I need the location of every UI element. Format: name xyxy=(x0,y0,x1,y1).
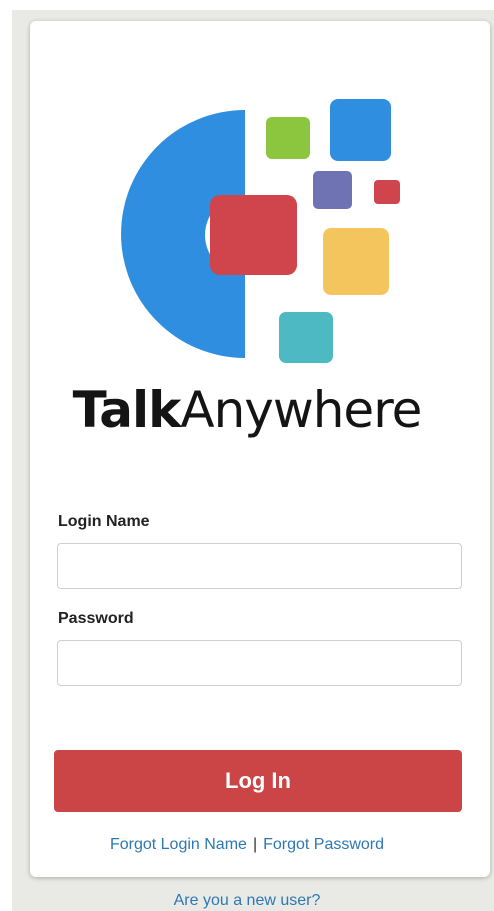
forgot-login-name-link[interactable]: Forgot Login Name xyxy=(110,836,247,853)
link-separator: | xyxy=(252,836,258,853)
forgot-links: Forgot Login Name | Forgot Password xyxy=(0,836,494,854)
login-name-label: Login Name xyxy=(58,513,150,530)
login-name-input[interactable] xyxy=(57,543,462,589)
forgot-password-link[interactable]: Forgot Password xyxy=(263,836,384,853)
brand-name-light: Anywhere xyxy=(180,381,422,439)
login-button[interactable]: Log In xyxy=(54,750,462,812)
new-user-link[interactable]: Are you a new user? xyxy=(0,892,494,910)
brand-wordmark: TalkAnywhere xyxy=(0,380,494,440)
talkanywhere-logo-icon xyxy=(121,99,400,363)
password-label: Password xyxy=(58,610,134,627)
password-input[interactable] xyxy=(57,640,462,686)
brand-name-bold: Talk xyxy=(72,381,182,439)
